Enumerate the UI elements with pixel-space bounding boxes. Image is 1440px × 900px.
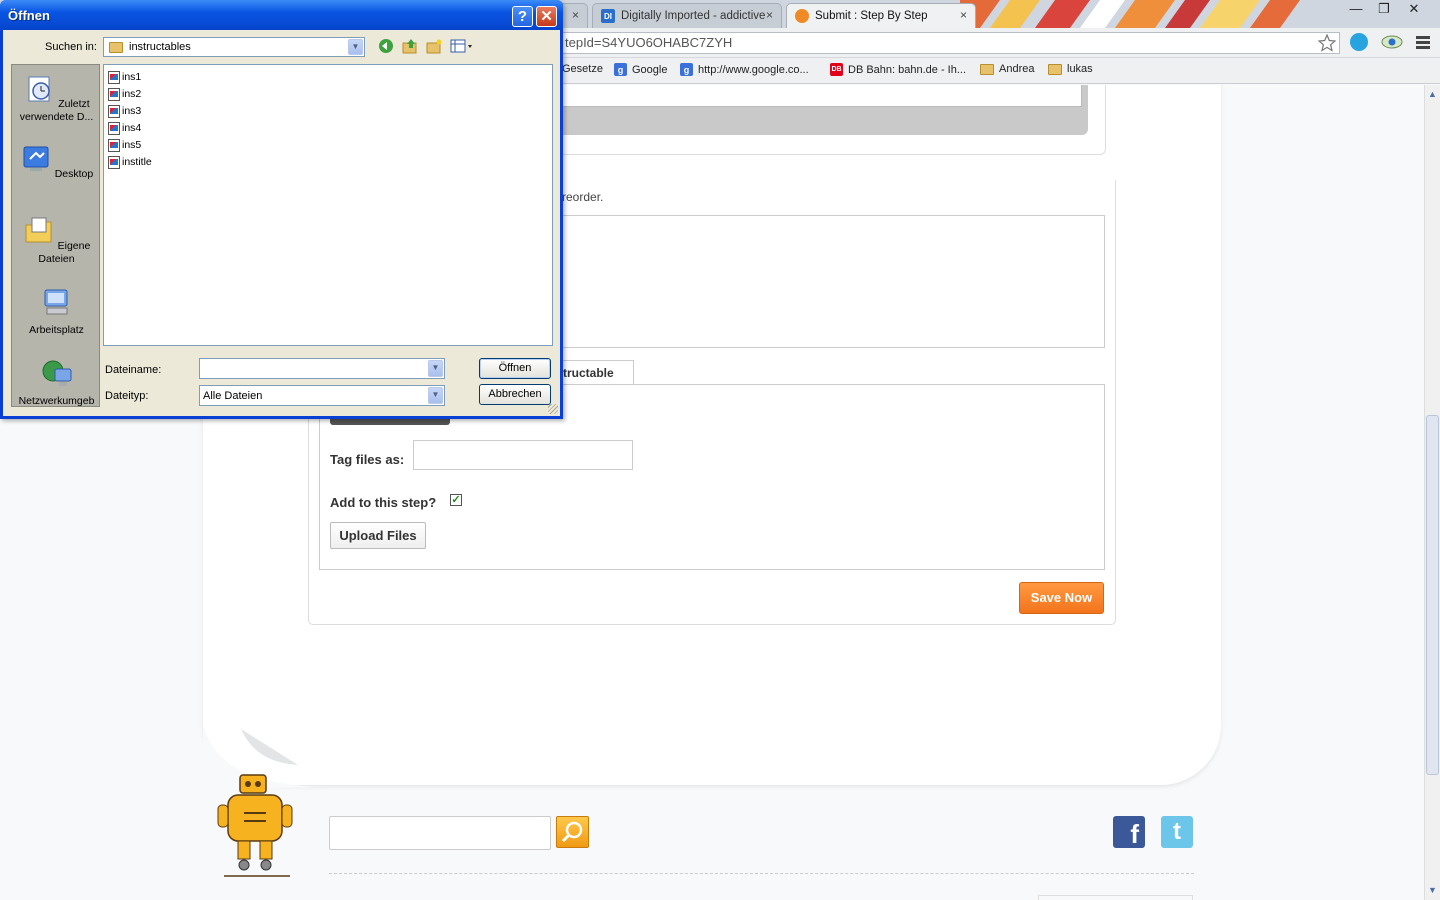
filename-field[interactable]: ▼: [199, 358, 445, 379]
db-icon: DB: [830, 63, 843, 76]
bookmark-andrea[interactable]: Andrea: [980, 63, 1034, 75]
list-item[interactable]: ins4: [108, 120, 141, 136]
filetype-label: Dateityp:: [105, 390, 149, 402]
place-network[interactable]: Netzwerkumgeb: [12, 357, 101, 408]
google-icon: g: [680, 63, 693, 76]
my-documents-icon: [25, 217, 52, 243]
chevron-down-icon[interactable]: ▼: [348, 39, 363, 55]
resize-grip[interactable]: [548, 404, 558, 414]
footer-search-input[interactable]: [329, 816, 551, 850]
place-recent[interactable]: Zuletzt verwendete D...: [12, 73, 101, 124]
bookmark-gesetze[interactable]: Gesetze: [562, 63, 603, 75]
image-file-icon: [108, 121, 120, 135]
cancel-button[interactable]: Abbrechen: [479, 384, 551, 405]
open-button[interactable]: Öffnen: [479, 358, 551, 379]
add-to-step-label: Add to this step?: [330, 495, 437, 510]
dialog-title: Öffnen: [8, 8, 50, 23]
instructables-robot-logo: [217, 774, 293, 877]
scrollbar-thumb[interactable]: [1426, 415, 1439, 775]
twitter-icon[interactable]: t: [1161, 816, 1193, 848]
place-my-documents[interactable]: Eigene Dateien: [12, 215, 101, 266]
filename-label: Dateiname:: [105, 364, 162, 376]
search-button[interactable]: [556, 816, 589, 848]
my-computer-icon: [44, 289, 67, 315]
scroll-up-icon[interactable]: ▲: [1425, 87, 1440, 102]
new-folder-icon[interactable]: [425, 38, 443, 56]
chevron-down-icon[interactable]: ▼: [428, 387, 443, 404]
open-file-dialog: Öffnen ? ✕ Suchen in: instructables ▼ Zu…: [0, 0, 563, 419]
upload-files-button[interactable]: Upload Files: [330, 522, 426, 549]
address-bar[interactable]: tepId=S4YUO6OHABC7ZYH: [540, 32, 1340, 54]
eye-extension-icon[interactable]: [1381, 35, 1403, 49]
list-item[interactable]: ins5: [108, 137, 141, 153]
place-my-computer[interactable]: Arbeitsplatz: [12, 286, 101, 337]
tag-files-label: Tag files as:: [330, 452, 405, 467]
bookmark-lukas[interactable]: lukas: [1048, 63, 1093, 75]
desktop-icon: [23, 146, 49, 171]
dialog-titlebar[interactable]: Öffnen ? ✕: [0, 0, 563, 30]
look-in-select[interactable]: instructables ▼: [103, 37, 365, 57]
image-file-icon: [108, 87, 120, 101]
footer-divider: [329, 873, 1194, 874]
up-folder-icon[interactable]: [401, 38, 419, 56]
folder-icon: [109, 42, 123, 53]
look-in-label: Suchen in:: [45, 41, 97, 53]
help-button[interactable]: ?: [512, 6, 533, 27]
view-menu-icon[interactable]: [449, 38, 475, 56]
places-bar: Zuletzt verwendete D... Desktop Eigene D…: [11, 64, 100, 407]
bookmark-google[interactable]: g Google: [614, 63, 667, 76]
restore-button[interactable]: ❐: [1370, 0, 1398, 20]
di-favicon-icon: DI: [601, 9, 615, 23]
skype-extension-icon[interactable]: [1350, 33, 1368, 51]
add-to-step-checkbox[interactable]: ✓: [450, 494, 462, 506]
list-item[interactable]: institle: [108, 154, 152, 170]
tab-instructable-files[interactable]: tructable: [560, 360, 634, 385]
back-arrow-icon[interactable]: [377, 38, 395, 56]
folder-icon: [980, 63, 994, 75]
tab-close-icon[interactable]: ×: [572, 8, 579, 22]
theme-decoration: [960, 0, 1300, 28]
star-bookmark-icon[interactable]: [1318, 34, 1336, 52]
tab-close-icon[interactable]: ×: [766, 8, 773, 22]
file-list[interactable]: ins1 ins2 ins3 ins4 ins5 institle: [103, 64, 553, 346]
recent-documents-icon: [28, 76, 51, 102]
scroll-down-icon[interactable]: ▼: [1425, 883, 1440, 898]
network-icon: [42, 360, 71, 386]
tag-files-input[interactable]: [413, 440, 633, 470]
list-item[interactable]: ins1: [108, 69, 141, 85]
filetype-select[interactable]: Alle Dateien ▼: [199, 385, 445, 406]
close-window-button[interactable]: ✕: [1400, 0, 1428, 20]
minimize-button[interactable]: —: [1342, 0, 1370, 20]
magnifier-icon: [561, 821, 583, 843]
image-file-icon: [108, 70, 120, 84]
list-item[interactable]: ins3: [108, 103, 141, 119]
image-file-icon: [108, 138, 120, 152]
tab-digitally-imported[interactable]: DI Digitally Imported - addictive ×: [592, 3, 782, 28]
google-icon: g: [614, 63, 627, 76]
save-now-button[interactable]: Save Now: [1019, 582, 1104, 614]
preview-area: [540, 85, 1088, 135]
footer-box: [1038, 895, 1193, 900]
dialog-close-button[interactable]: ✕: [536, 6, 557, 27]
folder-icon: [1048, 63, 1062, 75]
image-file-icon: [108, 104, 120, 118]
page-scrollbar[interactable]: ▲ ▼: [1424, 85, 1440, 900]
bookmark-google-url[interactable]: g http://www.google.co...: [680, 63, 809, 76]
facebook-icon[interactable]: f: [1113, 816, 1145, 849]
place-desktop[interactable]: Desktop: [12, 143, 101, 181]
tab-submit-step-by-step[interactable]: Submit : Step By Step ×: [786, 3, 976, 28]
tab-close-icon[interactable]: ×: [960, 8, 967, 22]
image-file-icon: [108, 155, 120, 169]
bookmark-db-bahn[interactable]: DB DB Bahn: bahn.de - Ih...: [830, 63, 966, 76]
instructables-favicon-icon: [795, 9, 809, 23]
chevron-down-icon[interactable]: ▼: [428, 360, 443, 377]
list-item[interactable]: ins2: [108, 86, 141, 102]
wrench-menu-icon[interactable]: [1416, 36, 1430, 49]
